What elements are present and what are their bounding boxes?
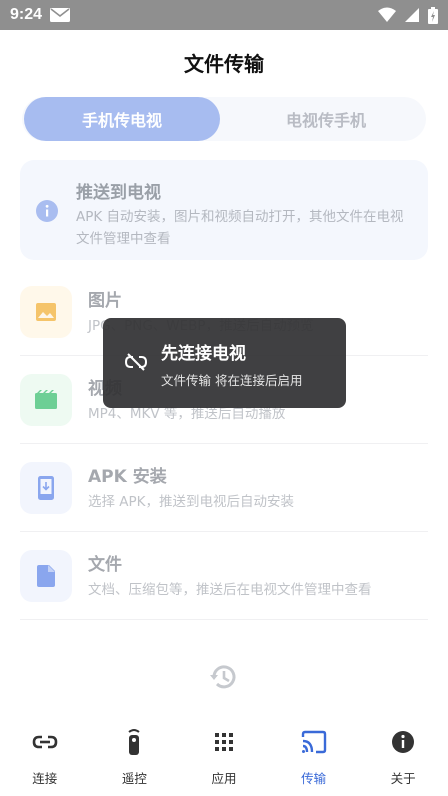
item-description: 文档、压缩包等，推送后在电视文件管理中查看 bbox=[88, 582, 372, 598]
cast-icon bbox=[301, 730, 326, 754]
connect-tv-toast: 先连接电视 文件传输 将在连接后启用 bbox=[103, 318, 346, 408]
movie-icon bbox=[20, 374, 72, 426]
nav-transfer[interactable]: 传输 bbox=[269, 716, 359, 796]
item-title: 图片 bbox=[88, 291, 122, 311]
nav-label: 传输 bbox=[301, 771, 327, 786]
transfer-page: 文件传输 手机传电视 电视传手机 推送到电视 APK 自动安装，图片和视频自动打… bbox=[0, 30, 448, 796]
image-icon bbox=[20, 286, 72, 338]
info-icon bbox=[392, 731, 415, 753]
history-icon[interactable] bbox=[208, 661, 240, 693]
remote-icon bbox=[128, 729, 141, 755]
battery-icon bbox=[428, 6, 438, 24]
item-title: APK 安装 bbox=[88, 467, 167, 487]
item-description: 选择 APK，推送到电视后自动安装 bbox=[88, 494, 295, 510]
file-icon bbox=[20, 550, 72, 602]
list-item-file[interactable]: 文件 文档、压缩包等，推送后在电视文件管理中查看 bbox=[20, 532, 428, 620]
tab-tv-to-phone[interactable]: 电视传手机 bbox=[228, 97, 424, 141]
nav-apps[interactable]: 应用 bbox=[179, 716, 269, 796]
push-info-card: 推送到电视 APK 自动安装，图片和视频自动打开，其他文件在电视文件管理中查看 bbox=[20, 160, 428, 260]
nav-connect[interactable]: 连接 bbox=[0, 716, 90, 796]
link-icon bbox=[32, 735, 58, 749]
list-item-apk[interactable]: APK 安装 选择 APK，推送到电视后自动安装 bbox=[20, 444, 428, 532]
nav-label: 连接 bbox=[32, 771, 58, 786]
info-description: APK 自动安装，图片和视频自动打开，其他文件在电视文件管理中查看 bbox=[76, 209, 404, 247]
bottom-navigation: 连接 遥控 应用 传输 关于 bbox=[0, 716, 448, 796]
nav-remote[interactable]: 遥控 bbox=[90, 716, 180, 796]
info-title: 推送到电视 bbox=[76, 183, 161, 203]
status-time: 9:24 bbox=[10, 6, 43, 23]
status-bar: 9:24 bbox=[0, 0, 448, 30]
install-icon bbox=[20, 462, 72, 514]
apps-grid-icon bbox=[214, 733, 233, 751]
page-title: 文件传输 bbox=[184, 52, 264, 76]
nav-about[interactable]: 关于 bbox=[358, 716, 448, 796]
status-icons bbox=[378, 6, 438, 24]
link-off-icon bbox=[125, 353, 147, 371]
nav-label: 遥控 bbox=[121, 771, 147, 786]
wifi-icon bbox=[378, 7, 396, 22]
item-title: 文件 bbox=[88, 555, 122, 575]
info-icon bbox=[36, 200, 58, 222]
mail-icon bbox=[50, 8, 71, 22]
transfer-direction-tabs: 手机传电视 电视传手机 bbox=[22, 97, 426, 141]
nav-label: 关于 bbox=[390, 771, 416, 786]
toast-title: 先连接电视 bbox=[161, 344, 246, 364]
tab-phone-to-tv[interactable]: 手机传电视 bbox=[24, 97, 220, 141]
signal-icon bbox=[405, 8, 419, 22]
toast-subtitle: 文件传输 将在连接后启用 bbox=[161, 373, 303, 388]
nav-label: 应用 bbox=[211, 771, 237, 786]
